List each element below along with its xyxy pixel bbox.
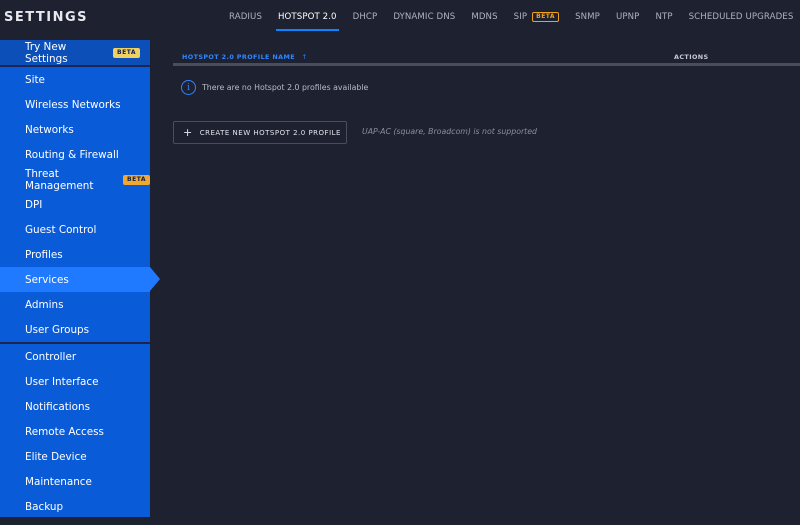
column-header-label: HOTSPOT 2.0 PROFILE NAME <box>182 53 296 61</box>
sidebar-item-label: Threat Management <box>25 167 94 192</box>
sidebar-item-routing-firewall[interactable]: Routing & Firewall <box>0 142 150 167</box>
sidebar-item-remote-access[interactable]: Remote Access <box>0 419 150 444</box>
sidebar-item-dpi[interactable]: DPI <box>0 192 150 217</box>
sidebar-item-label: Remote Access <box>25 425 104 438</box>
empty-message: There are no Hotspot 2.0 profiles availa… <box>202 83 369 92</box>
sidebar-item-label: User Interface <box>25 375 99 388</box>
sidebar-item-label: Services <box>25 273 69 286</box>
sidebar: Try New Settings BETA Site Wireless Netw… <box>0 40 160 519</box>
column-header-profile-name[interactable]: HOTSPOT 2.0 PROFILE NAME ↑ <box>182 53 307 61</box>
tab-label: DHCP <box>352 12 378 22</box>
sidebar-item-networks[interactable]: Networks <box>0 117 150 142</box>
tab-dynamic-dns[interactable]: DYNAMIC DNS <box>385 0 463 34</box>
plus-icon: + <box>183 126 193 139</box>
sidebar-item-label: Elite Device <box>25 450 87 463</box>
tab-bar: RADIUS HOTSPOT 2.0 DHCP DYNAMIC DNS MDNS… <box>221 0 800 34</box>
sidebar-controller-group: Controller User Interface Notifications … <box>0 344 150 519</box>
sidebar-item-backup[interactable]: Backup <box>0 494 150 519</box>
sidebar-site-group: Site Wireless Networks Networks Routing … <box>0 67 160 342</box>
sidebar-item-elite-device[interactable]: Elite Device <box>0 444 150 469</box>
sidebar-item-label: Networks <box>25 123 74 136</box>
sidebar-item-label: Maintenance <box>25 475 92 488</box>
create-hotspot-profile-button[interactable]: + CREATE NEW HOTSPOT 2.0 PROFILE <box>173 121 347 144</box>
sidebar-item-user-interface[interactable]: User Interface <box>0 369 150 394</box>
tab-label: SIP <box>513 12 528 22</box>
sidebar-item-notifications[interactable]: Notifications <box>0 394 150 419</box>
sidebar-item-label: Guest Control <box>25 223 97 236</box>
sidebar-item-wireless-networks[interactable]: Wireless Networks <box>0 92 150 117</box>
tab-upnp[interactable]: UPNP <box>608 0 647 34</box>
page-title: SETTINGS <box>4 10 89 25</box>
sidebar-item-label: Controller <box>25 350 77 363</box>
beta-badge: BETA <box>123 174 150 185</box>
sidebar-item-label: Site <box>25 73 45 86</box>
button-label: CREATE NEW HOTSPOT 2.0 PROFILE <box>199 128 341 137</box>
column-header-actions: ACTIONS <box>674 53 709 61</box>
tab-radius[interactable]: RADIUS <box>221 0 270 34</box>
sidebar-item-maintenance[interactable]: Maintenance <box>0 469 150 494</box>
tab-label: UPNP <box>615 12 640 22</box>
sidebar-item-services[interactable]: Services <box>0 267 160 292</box>
try-new-settings-button[interactable]: Try New Settings BETA <box>0 40 150 65</box>
tab-label: MDNS <box>471 12 498 22</box>
tab-label: RADIUS <box>229 12 262 22</box>
tab-scheduled-upgrades[interactable]: SCHEDULED UPGRADES <box>681 0 800 34</box>
tab-ntp[interactable]: NTP <box>647 0 680 34</box>
tab-mdns[interactable]: MDNS <box>463 0 505 34</box>
table-header: HOTSPOT 2.0 PROFILE NAME ↑ ACTIONS <box>173 48 800 66</box>
sidebar-item-profiles[interactable]: Profiles <box>0 242 150 267</box>
tab-sip[interactable]: SIP BETA <box>506 0 567 34</box>
tab-label: DYNAMIC DNS <box>393 12 456 22</box>
tab-label: SCHEDULED UPGRADES <box>688 12 794 22</box>
sidebar-item-label: Profiles <box>25 248 63 261</box>
tab-label: HOTSPOT 2.0 <box>278 12 337 22</box>
sidebar-item-label: User Groups <box>25 323 90 336</box>
tab-hotspot-2-0[interactable]: HOTSPOT 2.0 <box>270 0 345 34</box>
sort-ascending-icon: ↑ <box>301 53 308 61</box>
tab-label: NTP <box>655 12 673 22</box>
beta-badge: BETA <box>532 12 560 22</box>
sidebar-item-label: Try New Settings <box>25 40 68 65</box>
sidebar-item-label: Notifications <box>25 400 91 413</box>
empty-state: i There are no Hotspot 2.0 profiles avai… <box>181 80 368 95</box>
sidebar-item-guest-control[interactable]: Guest Control <box>0 217 150 242</box>
beta-badge: BETA <box>113 47 140 58</box>
sidebar-item-label: Routing & Firewall <box>25 148 119 161</box>
sidebar-item-label: Admins <box>25 298 64 311</box>
sidebar-item-admins[interactable]: Admins <box>0 292 150 317</box>
tab-snmp[interactable]: SNMP <box>567 0 608 34</box>
sidebar-item-threat-management[interactable]: Threat Management BETA <box>0 167 150 192</box>
tab-dhcp[interactable]: DHCP <box>345 0 386 34</box>
tab-label: SNMP <box>575 12 600 22</box>
sidebar-item-label: DPI <box>25 198 43 211</box>
sidebar-item-controller[interactable]: Controller <box>0 344 150 369</box>
unsupported-note: UAP-AC (square, Broadcom) is not support… <box>362 127 537 136</box>
sidebar-item-user-groups[interactable]: User Groups <box>0 317 150 342</box>
sidebar-item-site[interactable]: Site <box>0 67 150 92</box>
info-icon: i <box>181 80 196 95</box>
sidebar-item-label: Backup <box>25 500 64 513</box>
sidebar-item-label: Wireless Networks <box>25 98 121 111</box>
